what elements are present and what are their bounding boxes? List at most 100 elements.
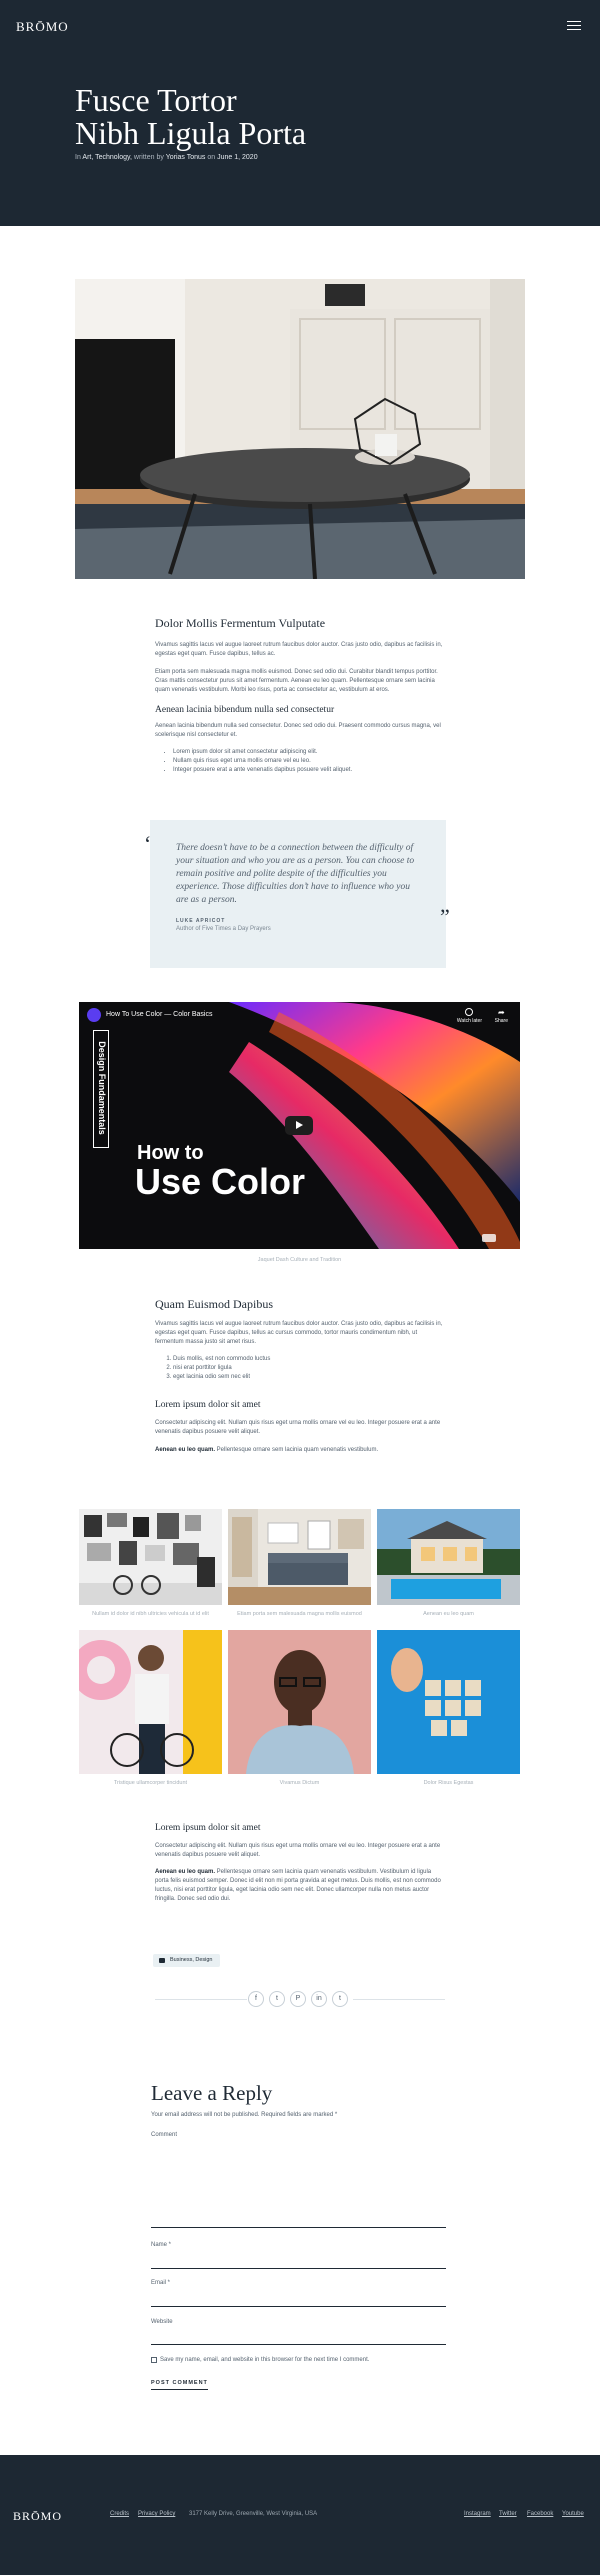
footer-address: 3177 Kelly Drive, Greenville, West Virgi… — [189, 2511, 318, 2517]
paragraph: Aenean eu leo quam. Pellentesque ornare … — [155, 1868, 445, 1904]
footer-link-privacy[interactable]: Privacy Policy — [138, 2511, 175, 2517]
hamburger-icon[interactable] — [567, 21, 581, 30]
gallery-image[interactable] — [79, 1630, 222, 1774]
paragraph: Aenean lacinia bibendum nulla sed consec… — [155, 723, 441, 738]
share-divider-right — [353, 1999, 445, 2000]
email-label: Email * — [151, 2280, 171, 2286]
site-logo[interactable]: BRŌMO — [16, 19, 69, 35]
paragraph-bold-lead: Aenean eu leo quam. — [155, 1447, 216, 1453]
name-input[interactable] — [151, 2268, 446, 2269]
quote-close-icon: ” — [440, 904, 450, 929]
footer-link-credits[interactable]: Credits — [110, 2511, 129, 2517]
gallery-image[interactable] — [377, 1630, 520, 1774]
paragraph: Vivamus sagittis lacus vel augue laoreet… — [155, 1321, 443, 1345]
blockquote: There doesn’t have to be a connection be… — [150, 820, 446, 968]
comment-textarea[interactable] — [151, 2142, 446, 2228]
website-label: Website — [151, 2319, 173, 2325]
tumblr-icon[interactable]: t — [332, 1991, 348, 2007]
clock-icon — [465, 1008, 474, 1016]
post-title-line2: Nibh Ligula Porta — [75, 115, 307, 151]
gallery-caption: Dolor Risus Egestas — [423, 1780, 474, 1786]
vertical-series-label: Design Fundamentals — [93, 1030, 109, 1148]
quote-author: LUKE APRICOT — [176, 918, 226, 924]
quote-text: There doesn’t have to be a connection be… — [176, 843, 415, 905]
tag-icon — [159, 1958, 165, 1963]
section-subheading: Lorem ipsum dolor sit amet — [155, 1823, 261, 1833]
reply-title: Leave a Reply — [151, 2081, 273, 2105]
quote-author-role: Author of Five Times a Day Prayers — [176, 926, 271, 932]
watch-later-label: Watch later — [456, 1018, 482, 1024]
watch-later-button[interactable]: Watch later — [457, 1008, 482, 1024]
gallery-caption: Etiam porta sem malesuada magna mollis e… — [237, 1611, 362, 1617]
section-quam: Quam Euismod Dapibus Vivamus sagittis la… — [155, 1297, 445, 1455]
video-overlay-line2: Use Color — [135, 1161, 306, 1202]
gallery-image[interactable] — [228, 1509, 371, 1605]
tag-label: Business, Design — [170, 1957, 213, 1963]
video-embed[interactable]: How To Use Color — Color Basics Watch la… — [79, 1002, 520, 1249]
category-links[interactable]: Art, Technology, — [82, 154, 132, 161]
name-label: Name * — [151, 2242, 172, 2248]
channel-avatar[interactable] — [87, 1008, 101, 1022]
post-date[interactable]: June 1, 2020 — [217, 154, 257, 161]
list-item: nisi erat porttitor ligula — [173, 1364, 445, 1373]
list-item: Lorem ipsum dolor sit amet consectetur a… — [173, 748, 445, 757]
list-item: Nullam quis risus eget urna mollis ornar… — [173, 757, 445, 766]
post-title-line1: Fusce Tortor — [75, 82, 237, 118]
gallery-caption: Vivamus Dictum — [279, 1780, 320, 1786]
save-info-checkbox[interactable] — [151, 2357, 157, 2363]
post-comment-button[interactable]: POST COMMENT — [151, 2380, 208, 2390]
email-input[interactable] — [151, 2306, 446, 2307]
meta-in: In — [75, 154, 81, 161]
footer-link-instagram[interactable]: Instagram — [464, 2511, 491, 2517]
footer-logo[interactable]: BRŌMO — [13, 2509, 62, 2524]
vertical-series-text: Design Fundamentals — [97, 1041, 107, 1135]
facebook-icon[interactable]: f — [248, 1991, 264, 2007]
paragraph: Aenean eu leo quam. Pellentesque ornare … — [155, 1446, 445, 1455]
share-video-button[interactable]: ➦ Share — [495, 1008, 508, 1024]
bullet-list: Lorem ipsum dolor sit amet consectetur a… — [155, 748, 445, 775]
play-button[interactable] — [285, 1116, 313, 1135]
site-footer: BRŌMO Credits Privacy Policy 3177 Kelly … — [0, 2455, 600, 2575]
gallery-image[interactable] — [377, 1509, 520, 1605]
footer-link-youtube[interactable]: Youtube — [562, 2511, 584, 2517]
pinterest-icon[interactable]: P — [290, 1991, 306, 2007]
meta-on: on — [207, 154, 216, 161]
list-item: Duis mollis, est non commodo luctus — [173, 1355, 445, 1364]
tag-list[interactable]: Business, Design — [153, 1954, 220, 1967]
featured-image — [75, 279, 525, 579]
footer-link-facebook[interactable]: Facebook — [527, 2511, 553, 2517]
paragraph: Consectetur adipiscing elit. Nullam quis… — [155, 1420, 441, 1435]
twitter-icon[interactable]: t — [269, 1991, 285, 2007]
author-link[interactable]: Yorias Tonus — [166, 154, 206, 161]
numbered-list: Duis mollis, est non commodo luctus nisi… — [155, 1355, 445, 1382]
paragraph-rest: Pellentesque ornare sem lacinia quam ven… — [215, 1447, 379, 1453]
paragraph: Vivamus sagittis lacus vel augue laoreet… — [155, 642, 443, 657]
paragraph: Consectetur adipiscing elit. Nullam quis… — [155, 1843, 441, 1858]
gallery-image[interactable] — [228, 1630, 371, 1774]
footer-link-twitter[interactable]: Twitter — [499, 2511, 517, 2517]
gallery-caption: Tristique ullamcorper tincidunt — [113, 1780, 188, 1786]
share-label: Share — [494, 1018, 508, 1024]
gallery-caption: Nullam id dolor id nibh ultricies vehicu… — [92, 1611, 209, 1617]
website-input[interactable] — [151, 2344, 446, 2345]
post-title: Fusce Tortor Nibh Ligula Porta — [75, 84, 495, 150]
section-heading: Quam Euismod Dapibus — [155, 1297, 273, 1311]
video-caption: Jaquet Dash Culture and Tradition — [257, 1257, 342, 1263]
section-heading: Dolor Mollis Fermentum Vulputate — [155, 616, 326, 630]
list-item: eget lacinia odio sem nec elit — [173, 1373, 445, 1382]
video-title[interactable]: How To Use Color — Color Basics — [106, 1011, 212, 1018]
play-icon — [296, 1121, 303, 1129]
share-divider-left — [155, 1999, 247, 2000]
save-info-label: Save my name, email, and website in this… — [160, 2357, 370, 2363]
section-lorem: Lorem ipsum dolor sit amet Consectetur a… — [155, 1823, 445, 1904]
section-subheading: Lorem ipsum dolor sit amet — [155, 1400, 261, 1410]
paragraph-bold-lead: Aenean eu leo quam. — [155, 1869, 216, 1875]
page-header: BRŌMO Fusce Tortor Nibh Ligula Porta In … — [0, 0, 600, 226]
youtube-logo-icon[interactable] — [482, 1234, 496, 1242]
gallery-image[interactable] — [79, 1509, 222, 1605]
list-item: Integer posuere erat a ante venenatis da… — [173, 766, 445, 775]
share-arrow-icon: ➦ — [497, 1008, 505, 1017]
meta-written-by: written by — [133, 154, 164, 161]
comment-label: Comment — [151, 2132, 178, 2138]
linkedin-icon[interactable]: in — [311, 1991, 327, 2007]
